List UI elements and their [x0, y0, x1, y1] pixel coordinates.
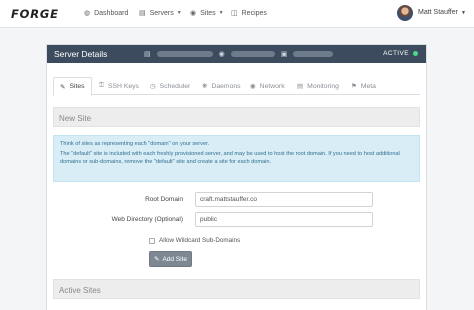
wildcard-option[interactable]: Allow Wildcard Sub-Domains	[149, 237, 240, 244]
tab-meta-label: Meta	[360, 82, 376, 90]
tab-monitoring-label: Monitoring	[307, 82, 339, 90]
wildcard-checkbox[interactable]	[149, 237, 155, 244]
tab-daemons-label: Daemons	[211, 82, 241, 90]
wildcard-label: Allow Wildcard Sub-Domains	[159, 237, 241, 244]
nav-servers-label: Servers	[149, 9, 174, 17]
edit-icon: ✎	[153, 256, 160, 263]
edit-icon: ✎	[60, 83, 66, 91]
user-menu[interactable]: Matt Stauffer ▼	[418, 9, 466, 16]
tab-ssh-keys[interactable]: ⚿ SSH Keys	[93, 77, 145, 95]
tab-monitoring[interactable]: ▤ Monitoring	[291, 77, 345, 95]
server-info-redacted: ▤ ◉ ▣	[144, 50, 334, 58]
user-name: Matt Stauffer	[418, 9, 458, 16]
nav-sites-label: Sites	[200, 9, 216, 17]
redacted-private-ip	[293, 51, 334, 57]
root-domain-label: Root Domain	[145, 196, 183, 203]
tab-scheduler[interactable]: ◷ Scheduler	[144, 77, 196, 95]
add-site-label: Add Site	[162, 255, 188, 263]
tab-meta[interactable]: ⚑ Meta	[345, 77, 382, 95]
server-icon: ▤	[139, 10, 146, 17]
clock-icon: ◷	[150, 83, 156, 90]
book-icon: ◫	[231, 10, 238, 17]
web-directory-label: Web Directory (Optional)	[111, 216, 183, 223]
forge-logo[interactable]: FORGE	[11, 7, 59, 21]
tab-scheduler-label: Scheduler	[159, 82, 191, 90]
nav-recipes-label: Recipes	[241, 9, 267, 17]
server-icon: ▤	[144, 51, 151, 58]
info-line-2: The "default" site is included with each…	[60, 151, 400, 165]
network-icon: ◉	[250, 83, 256, 90]
chevron-down-icon: ▼	[176, 10, 182, 16]
globe-icon: ◉	[218, 51, 225, 58]
nav-sites[interactable]: ◉ Sites ▼	[190, 9, 224, 18]
lock-icon: ▣	[280, 51, 288, 58]
new-site-header: New Site	[53, 107, 420, 127]
key-icon: ⚿	[99, 82, 104, 89]
info-line-1: Think of sites as representing each "dom…	[60, 141, 210, 147]
redacted-ip-address	[230, 51, 275, 57]
tab-network-label: Network	[259, 82, 285, 90]
tab-daemons[interactable]: ❋ Daemons	[196, 77, 247, 95]
top-navbar: FORGE ◍ Dashboard ▤ Servers ▼ ◉ Sites ▼ …	[0, 0, 474, 28]
nav-recipes[interactable]: ◫ Recipes	[231, 9, 267, 18]
add-site-button[interactable]: ✎ Add Site	[149, 251, 192, 267]
nav-dashboard-label: Dashboard	[94, 9, 129, 17]
nav-servers[interactable]: ▤ Servers ▼	[139, 9, 182, 18]
avatar[interactable]	[397, 5, 413, 21]
nav-dashboard[interactable]: ◍ Dashboard	[84, 9, 129, 18]
server-tabs: ✎ Sites ⚿ SSH Keys ◷ Scheduler ❋ Daemons…	[53, 77, 420, 96]
chart-icon: ▤	[297, 83, 304, 90]
globe-icon: ◉	[190, 10, 197, 17]
status-label: ACTIVE	[383, 50, 409, 57]
tab-ssh-keys-label: SSH Keys	[107, 82, 139, 90]
active-sites-header: Active Sites	[53, 279, 420, 299]
tab-network[interactable]: ◉ Network	[244, 77, 291, 95]
status-dot-icon	[413, 51, 418, 56]
server-details-panel: Server Details ▤ ◉ ▣ ACTIVE ✎ Sites ⚿ SS…	[46, 44, 427, 310]
dashboard-icon: ◍	[84, 10, 91, 17]
cog-icon: ❋	[202, 83, 208, 90]
status-badge: ACTIVE	[383, 50, 418, 57]
tag-icon: ⚑	[351, 83, 357, 90]
panel-header: Server Details ▤ ◉ ▣ ACTIVE	[47, 45, 426, 63]
web-directory-field[interactable]	[195, 212, 373, 227]
chevron-down-icon: ▼	[460, 9, 466, 16]
tab-sites-label: Sites	[69, 83, 85, 90]
tab-sites[interactable]: ✎ Sites	[53, 77, 92, 96]
redacted-server-name	[156, 51, 213, 57]
panel-title: Server Details	[54, 49, 108, 59]
root-domain-field[interactable]	[195, 192, 373, 207]
chevron-down-icon: ▼	[218, 10, 224, 16]
sites-info-alert: Think of sites as representing each "dom…	[53, 135, 420, 182]
